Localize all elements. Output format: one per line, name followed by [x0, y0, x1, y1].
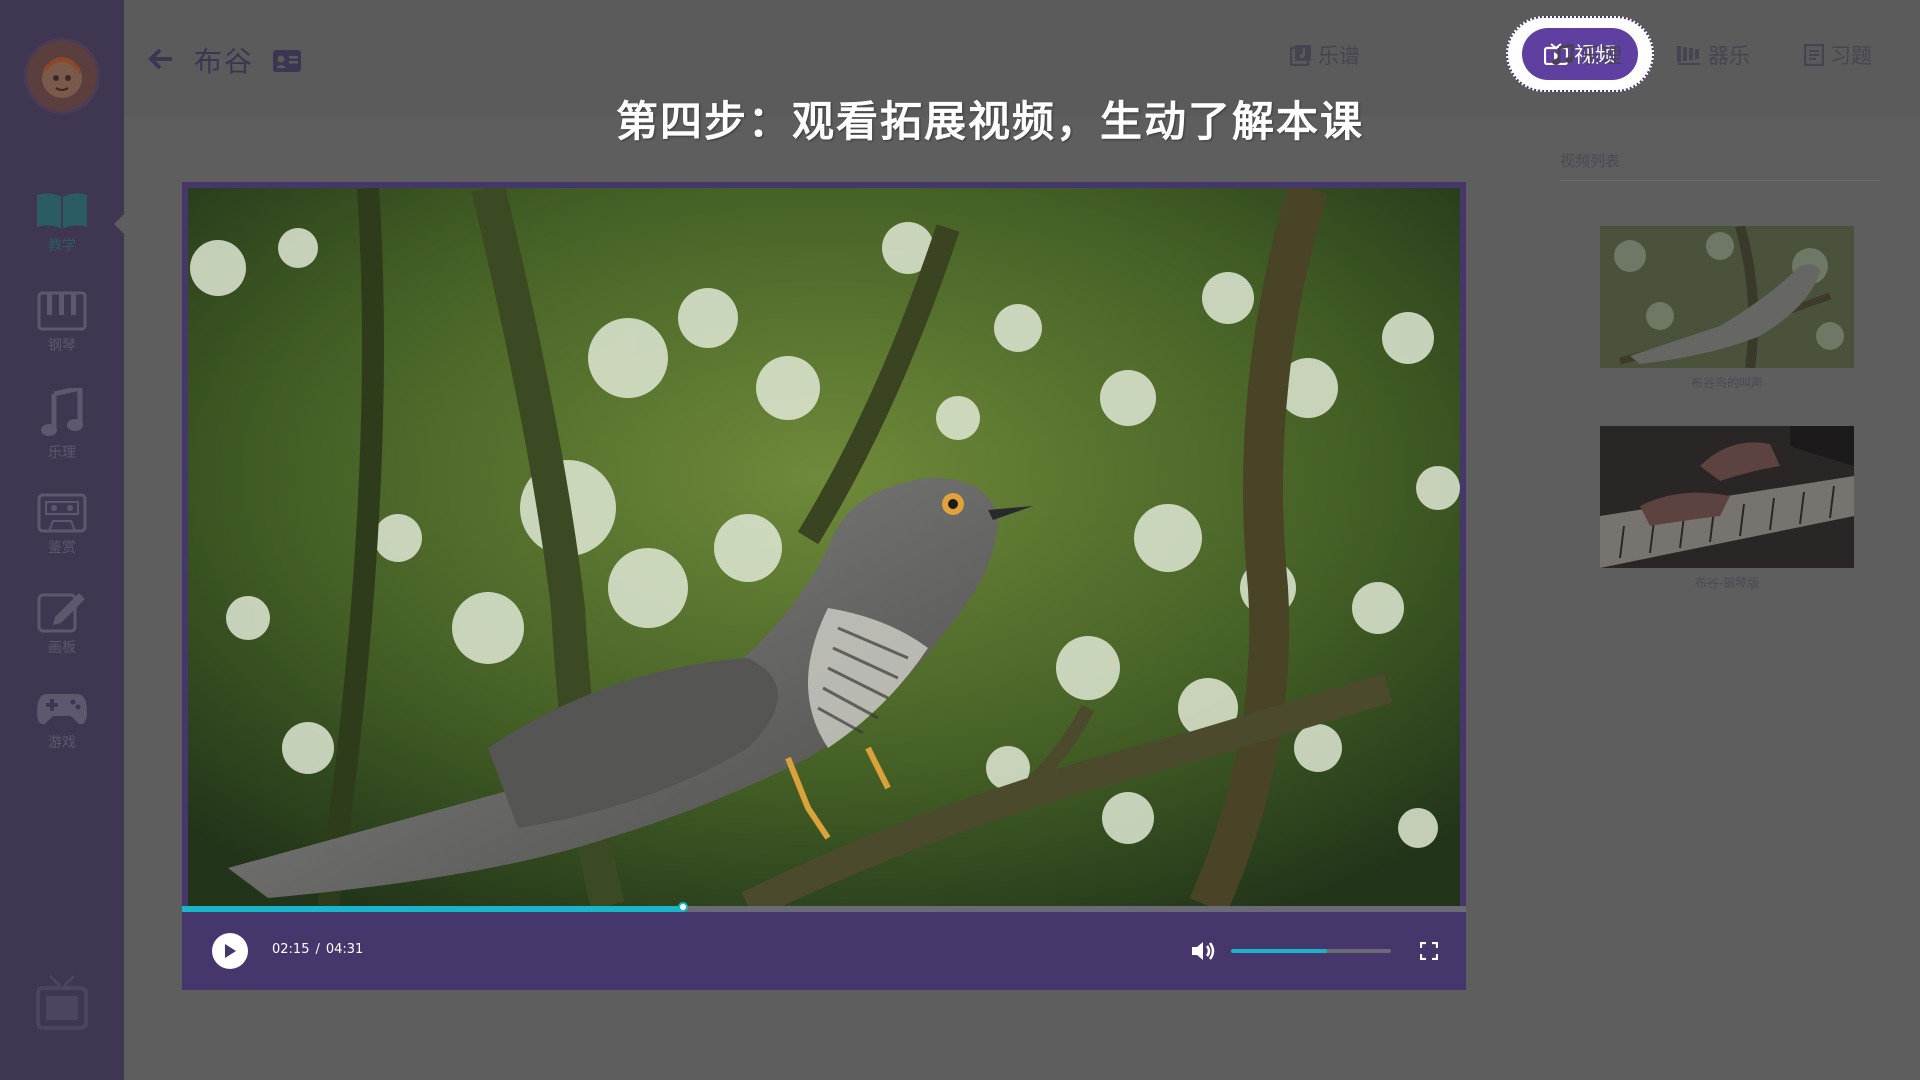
- tab-label: 器乐: [1708, 44, 1750, 68]
- tab-score[interactable]: 乐谱: [1290, 40, 1360, 70]
- gamepad-icon: [37, 694, 87, 725]
- tab-label: 习题: [1830, 44, 1872, 68]
- sidebar-item-teaching[interactable]: 教学: [0, 178, 124, 268]
- time-display: 02:15 / 04:31: [272, 942, 363, 957]
- sidebar-item-label: 教学: [48, 238, 76, 254]
- sidebar-item-label: 鉴赏: [48, 540, 76, 556]
- play-button[interactable]: [212, 933, 248, 969]
- music-note-icon: [1552, 44, 1574, 65]
- piano-thumbnail-image: [1600, 426, 1854, 568]
- sidebar-item-drawing-board[interactable]: 画板: [0, 578, 124, 668]
- sidebar: 教学 钢琴 乐理 鉴赏 画板 游戏: [0, 0, 124, 1080]
- play-icon: [225, 944, 236, 958]
- step-title: 第四步：观看拓展视频，生动了解本课: [615, 97, 1364, 146]
- video-list-item[interactable]: 布谷鸟的叫声: [1600, 226, 1854, 391]
- video-thumbnail: [1600, 426, 1854, 568]
- video-list-title: 视频列表: [1560, 152, 1621, 170]
- document-icon: [1804, 44, 1824, 66]
- cuckoo-thumbnail-image: [1600, 226, 1854, 368]
- back-arrow-icon[interactable]: [148, 46, 174, 72]
- video-thumbnail: [1600, 226, 1854, 368]
- tab-label: 乐谱: [1318, 44, 1360, 68]
- sidebar-item-appreciation[interactable]: 鉴赏: [0, 480, 124, 570]
- sidebar-item-theory[interactable]: 乐理: [0, 380, 124, 470]
- cuckoo-video-frame: [188, 188, 1460, 906]
- edit-icon: [37, 593, 85, 633]
- sidebar-item-label: 画板: [48, 640, 76, 656]
- duration: 04:31: [325, 942, 364, 957]
- video-display[interactable]: [188, 188, 1460, 906]
- progress-knob[interactable]: [677, 902, 688, 912]
- sidebar-item-games[interactable]: 游戏: [0, 676, 124, 766]
- page-title: 布谷: [194, 45, 255, 78]
- video-caption: 布谷-钢琴版: [1694, 576, 1760, 590]
- volume-slider[interactable]: [1231, 949, 1391, 953]
- sidebar-item-piano[interactable]: 钢琴: [0, 278, 124, 368]
- tab-exercises[interactable]: 习题: [1804, 40, 1872, 70]
- xylophone-icon: [1677, 46, 1700, 65]
- player-controls: 02:15 / 04:31: [182, 912, 1466, 990]
- tv-button[interactable]: [36, 972, 88, 1030]
- tab-label: 乐理: [1580, 44, 1622, 68]
- tab-instruments[interactable]: 器乐: [1676, 40, 1750, 70]
- video-caption: 布谷鸟的叫声: [1690, 376, 1763, 390]
- video-list-item[interactable]: 布谷-钢琴版: [1600, 426, 1854, 591]
- sidebar-item-label: 钢琴: [48, 338, 76, 354]
- current-time: 02:15: [272, 942, 310, 957]
- tv-icon: [36, 974, 88, 1030]
- score-icon: [1290, 45, 1311, 66]
- book-icon: [37, 193, 87, 229]
- cassette-icon: [37, 493, 87, 533]
- sidebar-item-label: 游戏: [48, 735, 76, 751]
- volume-fill: [1231, 949, 1327, 953]
- divider: [1560, 180, 1880, 181]
- sidebar-item-label: 乐理: [48, 445, 76, 461]
- id-card-icon[interactable]: [272, 49, 302, 73]
- video-player: 02:15 / 04:31: [182, 182, 1466, 990]
- volume-icon[interactable]: [1190, 940, 1216, 962]
- music-note-icon: [41, 388, 83, 436]
- time-separator: /: [315, 942, 320, 957]
- piano-icon: [37, 291, 87, 331]
- fullscreen-icon[interactable]: [1420, 942, 1438, 960]
- tab-theory[interactable]: 乐理: [1552, 40, 1622, 70]
